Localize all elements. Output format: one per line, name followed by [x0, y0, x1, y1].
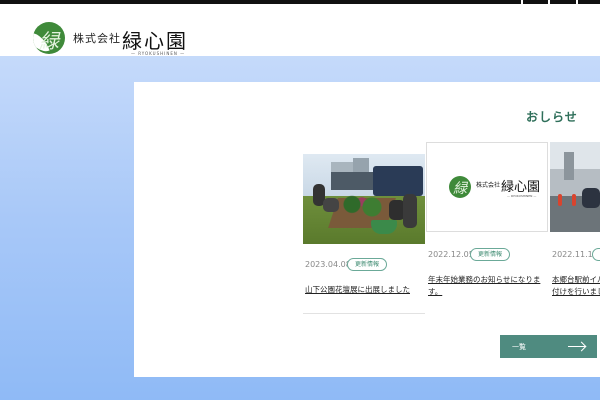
- company-roman: — RYOKUSHINEN —: [507, 194, 537, 198]
- news-card-divider: [303, 313, 425, 314]
- news-card-meta: 2022.12.05 更新情報: [428, 248, 548, 262]
- news-card-badge[interactable]: 更: [592, 248, 600, 261]
- news-card[interactable]: 2022.11.19 更 本郷台駅前イル 付けを行いまし: [550, 142, 600, 314]
- photo-plants: [337, 194, 387, 220]
- photo-vehicle: [582, 188, 600, 208]
- news-card-title[interactable]: 山下公園花壇展に出展しました: [305, 284, 425, 296]
- logo-mark-kanji: 緑: [39, 29, 59, 53]
- company-prefix: 株式会社: [73, 32, 121, 45]
- news-card-date: 2023.04.08: [305, 260, 351, 269]
- company-name: 緑心園: [501, 180, 541, 195]
- company-name: 緑心園: [122, 29, 188, 53]
- photo-truck: [373, 166, 423, 196]
- news-card-date: 2022.12.05: [428, 250, 474, 259]
- company-prefix: 株式会社: [476, 182, 501, 189]
- photo-cone: [572, 194, 576, 206]
- news-card-badge[interactable]: 更新情報: [347, 258, 388, 271]
- news-card-photo[interactable]: [303, 154, 425, 244]
- news-card-meta: 2023.04.08 更新情報: [305, 258, 425, 272]
- news-card[interactable]: 緑 株式会社 緑心園 — RYOKUSHINEN — 2022.12.05 更新…: [426, 142, 548, 314]
- photo-street: [550, 142, 600, 232]
- view-all-button[interactable]: 一覧: [500, 335, 597, 358]
- logo-mark-kanji: 緑: [453, 181, 467, 197]
- news-card-title[interactable]: 本郷台駅前イル 付けを行いまし: [552, 274, 600, 298]
- photo-truck-bed: [331, 172, 375, 190]
- photo-wheelbarrow: [371, 220, 397, 234]
- view-all-label: 一覧: [512, 343, 526, 351]
- news-card-photo[interactable]: 緑 株式会社 緑心園 — RYOKUSHINEN —: [426, 142, 548, 232]
- logo-thumbnail: 緑 株式会社 緑心園 — RYOKUSHINEN —: [426, 142, 548, 232]
- arrow-right-icon: [568, 346, 585, 347]
- news-card-date: 2022.11.19: [552, 250, 598, 259]
- logo-mark-icon: 緑: [33, 22, 65, 54]
- photo-building: [564, 152, 574, 180]
- news-card-title[interactable]: 年末年始業務のお知らせになります。: [428, 274, 548, 298]
- photo-person: [323, 198, 339, 212]
- news-card-photo[interactable]: [550, 142, 600, 232]
- news-card-meta: 2022.11.19 更: [552, 248, 600, 262]
- company-roman: — RYOKUSHINEN —: [131, 51, 186, 56]
- news-section-title: おしらせ: [526, 110, 578, 124]
- news-card[interactable]: 2023.04.08 更新情報 山下公園花壇展に出展しました: [303, 142, 425, 314]
- photo-person: [403, 194, 417, 228]
- site-logo[interactable]: 緑 株式会社 緑心園 — RYOKUSHINEN —: [33, 22, 193, 58]
- photo-cone: [558, 194, 562, 206]
- news-card-badge[interactable]: 更新情報: [470, 248, 511, 261]
